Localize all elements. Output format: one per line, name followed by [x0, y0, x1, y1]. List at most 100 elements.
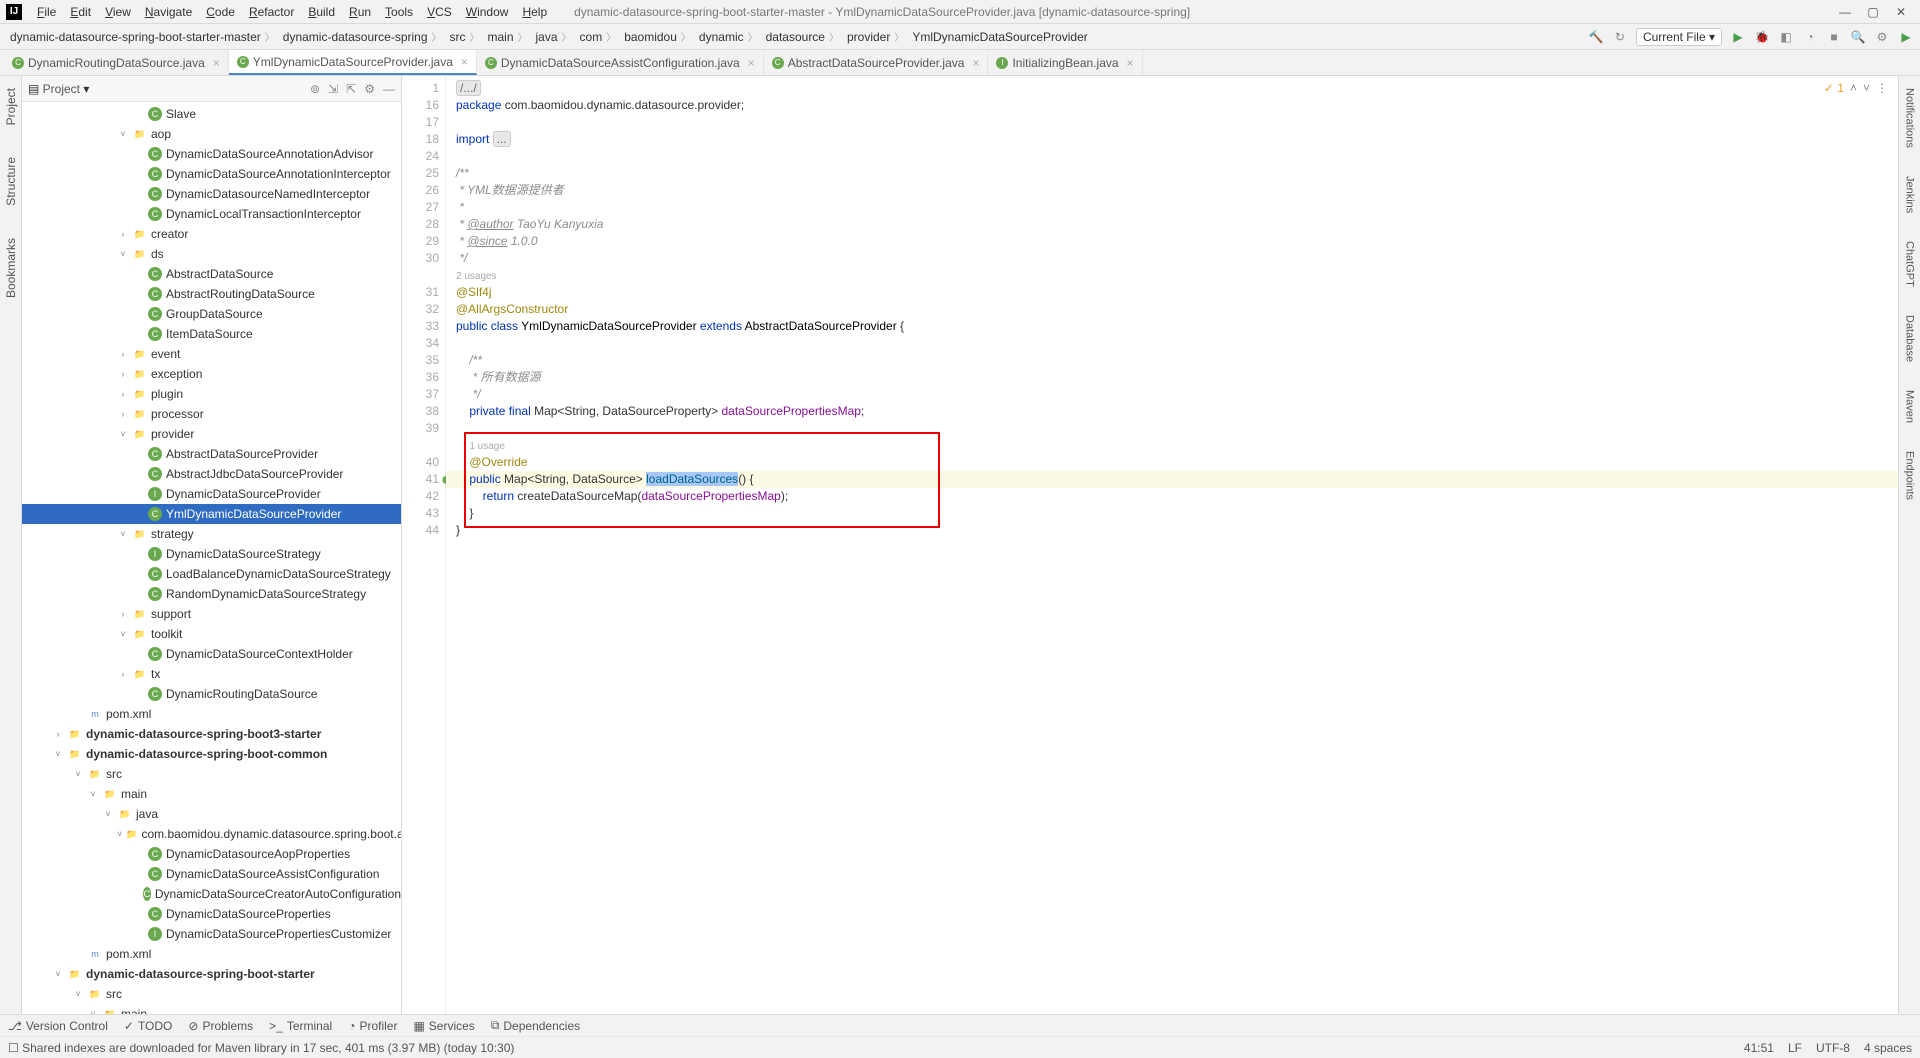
bottom-tool-dependencies[interactable]: ⧉Dependencies: [491, 1018, 580, 1033]
tree-node[interactable]: CLoadBalanceDynamicDataSourceStrategy: [22, 564, 401, 584]
tree-node[interactable]: mpom.xml: [22, 704, 401, 724]
tree-node[interactable]: IDynamicDataSourceProvider: [22, 484, 401, 504]
tree-node[interactable]: ›📁creator: [22, 224, 401, 244]
tree-node[interactable]: ›📁support: [22, 604, 401, 624]
tree-node[interactable]: ˅📁strategy: [22, 524, 401, 544]
tree-node[interactable]: ˅📁com.baomidou.dynamic.datasource.spring…: [22, 824, 401, 844]
tool-tab-chatgpt[interactable]: ChatGPT: [1902, 235, 1918, 293]
breadcrumb-item[interactable]: YmlDynamicDataSourceProvider: [908, 30, 1095, 44]
search-icon[interactable]: 🔍: [1850, 29, 1866, 45]
tool-tab-maven[interactable]: Maven: [1902, 384, 1918, 429]
coverage-icon[interactable]: ◧: [1778, 29, 1794, 45]
menu-vcs[interactable]: VCS: [420, 5, 459, 19]
breadcrumb-item[interactable]: java: [532, 29, 576, 44]
editor-tab[interactable]: CDynamicDataSourceAssistConfiguration.ja…: [477, 50, 764, 75]
menu-navigate[interactable]: Navigate: [138, 5, 199, 19]
tree-node[interactable]: CSlave: [22, 104, 401, 124]
bottom-tool-services[interactable]: ▦Services: [413, 1019, 474, 1033]
tree-node[interactable]: CDynamicDataSourceCreatorAutoConfigurati…: [22, 884, 401, 904]
run-config-selector[interactable]: Current File ▾: [1636, 28, 1722, 46]
code-editor[interactable]: 1161718242526272829303132333435363738394…: [402, 76, 1898, 1014]
tree-node[interactable]: ˅📁provider: [22, 424, 401, 444]
expand-all-icon[interactable]: ⇲: [328, 82, 338, 96]
bottom-tool-terminal[interactable]: >_Terminal: [269, 1019, 332, 1033]
more-icon[interactable]: ⋮: [1876, 80, 1888, 97]
tree-node[interactable]: ˅📁src: [22, 984, 401, 1004]
tree-node[interactable]: CRandomDynamicDataSourceStrategy: [22, 584, 401, 604]
tool-tab-notifications[interactable]: Notifications: [1902, 82, 1918, 154]
collapse-all-icon[interactable]: ⇱: [346, 82, 356, 96]
tree-node[interactable]: ›📁dynamic-datasource-spring-boot3-starte…: [22, 724, 401, 744]
build-icon[interactable]: 🔨: [1588, 29, 1604, 45]
tool-tab-jenkins[interactable]: Jenkins: [1902, 170, 1918, 219]
tree-node[interactable]: CGroupDataSource: [22, 304, 401, 324]
debug-icon[interactable]: 🐞: [1754, 29, 1770, 45]
sync-icon[interactable]: ↻: [1612, 29, 1628, 45]
breadcrumb-item[interactable]: dynamic-datasource-spring: [279, 29, 446, 44]
menu-tools[interactable]: Tools: [378, 5, 420, 19]
maximize-icon[interactable]: ▢: [1866, 5, 1880, 19]
tool-tab-bookmarks[interactable]: Bookmarks: [2, 232, 20, 304]
bottom-tool-todo[interactable]: ✓TODO: [124, 1019, 173, 1033]
tool-tab-project[interactable]: Project: [2, 82, 20, 131]
close-tab-icon[interactable]: ×: [1127, 56, 1134, 70]
tree-node[interactable]: ›📁processor: [22, 404, 401, 424]
editor-tab[interactable]: CAbstractDataSourceProvider.java×: [764, 50, 989, 75]
tree-node[interactable]: IDynamicDataSourcePropertiesCustomizer: [22, 924, 401, 944]
status-widget[interactable]: UTF-8: [1816, 1041, 1850, 1055]
project-tree[interactable]: CSlave˅📁aopCDynamicDataSourceAnnotationA…: [22, 102, 401, 1014]
tree-node[interactable]: CDynamicDatasourceNamedInterceptor: [22, 184, 401, 204]
breadcrumb-item[interactable]: main: [484, 29, 532, 44]
tree-node[interactable]: CYmlDynamicDataSourceProvider: [22, 504, 401, 524]
status-widget[interactable]: 4 spaces: [1864, 1041, 1912, 1055]
tree-node[interactable]: CDynamicDatasourceAopProperties: [22, 844, 401, 864]
menu-run[interactable]: Run: [342, 5, 378, 19]
breadcrumb-item[interactable]: src: [446, 29, 484, 44]
breadcrumb-item[interactable]: dynamic-datasource-spring-boot-starter-m…: [6, 29, 279, 44]
tree-node[interactable]: CAbstractDataSource: [22, 264, 401, 284]
editor-tab[interactable]: IInitializingBean.java×: [988, 50, 1142, 75]
menu-code[interactable]: Code: [199, 5, 242, 19]
status-widget[interactable]: LF: [1788, 1041, 1802, 1055]
inspection-badge[interactable]: ✓ 1: [1824, 80, 1844, 97]
hide-icon[interactable]: —: [383, 82, 395, 96]
tree-node[interactable]: CAbstractRoutingDataSource: [22, 284, 401, 304]
close-tab-icon[interactable]: ×: [972, 56, 979, 70]
minimize-icon[interactable]: —: [1838, 5, 1852, 19]
tree-node[interactable]: ›📁event: [22, 344, 401, 364]
breadcrumb-item[interactable]: datasource: [762, 29, 843, 44]
tree-node[interactable]: CDynamicLocalTransactionInterceptor: [22, 204, 401, 224]
close-tab-icon[interactable]: ×: [461, 55, 468, 69]
menu-edit[interactable]: Edit: [63, 5, 98, 19]
bottom-tool-profiler[interactable]: ◔Profiler: [348, 1019, 397, 1033]
tree-node[interactable]: ˅📁toolkit: [22, 624, 401, 644]
editor-tab[interactable]: CDynamicRoutingDataSource.java×: [4, 50, 229, 75]
tool-tab-structure[interactable]: Structure: [2, 151, 20, 212]
tree-node[interactable]: ›📁tx: [22, 664, 401, 684]
settings-icon[interactable]: ⚙: [1874, 29, 1890, 45]
menu-build[interactable]: Build: [301, 5, 342, 19]
breadcrumb-item[interactable]: com: [576, 29, 621, 44]
run-anything-icon[interactable]: ▶: [1898, 29, 1914, 45]
menu-refactor[interactable]: Refactor: [242, 5, 301, 19]
tree-node[interactable]: ˅📁aop: [22, 124, 401, 144]
tree-node[interactable]: CAbstractJdbcDataSourceProvider: [22, 464, 401, 484]
settings-icon[interactable]: ⚙: [364, 82, 375, 96]
tree-node[interactable]: ˅📁dynamic-datasource-spring-boot-starter: [22, 964, 401, 984]
tree-node[interactable]: CDynamicDataSourceAssistConfiguration: [22, 864, 401, 884]
stop-icon[interactable]: ■: [1826, 29, 1842, 45]
breadcrumb-item[interactable]: dynamic: [695, 29, 762, 44]
tree-node[interactable]: CDynamicDataSourceContextHolder: [22, 644, 401, 664]
tree-node[interactable]: CItemDataSource: [22, 324, 401, 344]
tool-tab-endpoints[interactable]: Endpoints: [1902, 445, 1918, 506]
profile-icon[interactable]: ◔: [1802, 29, 1818, 45]
run-icon[interactable]: ▶: [1730, 29, 1746, 45]
breadcrumb-item[interactable]: baomidou: [620, 29, 695, 44]
tree-node[interactable]: ˅📁src: [22, 764, 401, 784]
menu-window[interactable]: Window: [459, 5, 516, 19]
close-icon[interactable]: ✕: [1894, 5, 1908, 19]
bottom-tool-version-control[interactable]: ⎇Version Control: [8, 1019, 108, 1033]
tool-tab-database[interactable]: Database: [1902, 309, 1918, 368]
tree-node[interactable]: CAbstractDataSourceProvider: [22, 444, 401, 464]
close-tab-icon[interactable]: ×: [748, 56, 755, 70]
